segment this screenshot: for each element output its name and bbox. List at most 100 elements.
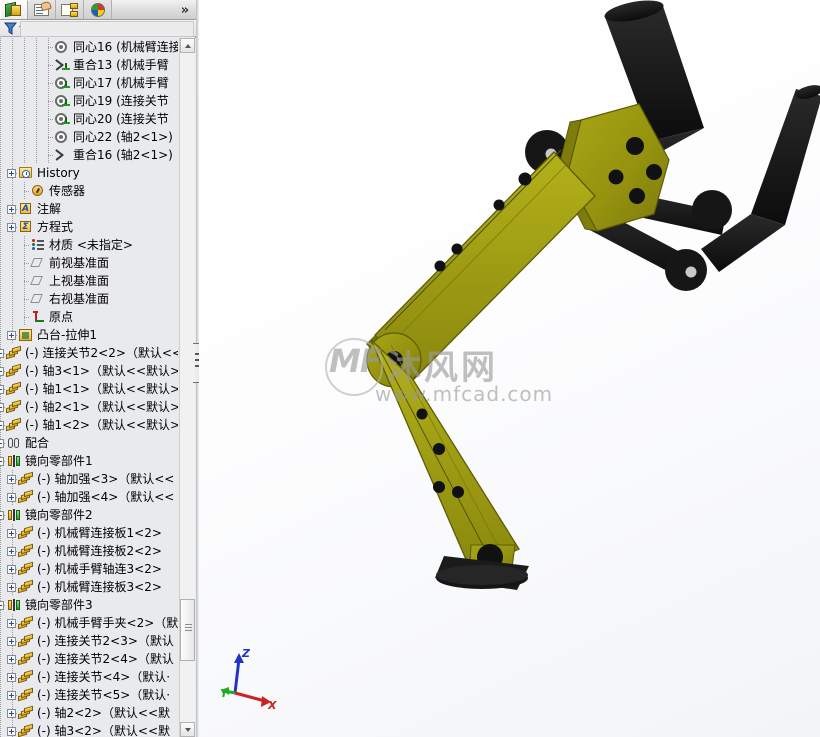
concentric-mate-icon	[54, 111, 70, 127]
graphics-viewport[interactable]: MF 沐风网 www.mfcad.com Z X Y	[199, 0, 820, 737]
tree-item[interactable]: 重合16 (轴2<1>)	[0, 146, 178, 164]
tree-item[interactable]: 前视基准面	[0, 254, 178, 272]
tree-item[interactable]: History	[0, 164, 178, 182]
concentric-mate-icon	[54, 75, 70, 91]
tabstrip-overflow-button[interactable]: »	[174, 1, 194, 19]
tree-item[interactable]: 配合	[0, 434, 178, 452]
tree-item[interactable]: 同心22 (轴2<1>)	[0, 128, 178, 146]
filter-funnel-icon[interactable]	[3, 21, 18, 36]
display-manager-icon	[89, 2, 107, 18]
scroll-down-arrow[interactable]	[180, 722, 195, 737]
tree-item[interactable]: 右视基准面	[0, 290, 178, 308]
expand-icon[interactable]	[7, 331, 16, 340]
scroll-thumb[interactable]	[180, 599, 195, 661]
tree-item[interactable]: (-) 轴3<2>（默认<<默	[0, 722, 178, 737]
tree-item[interactable]: 镜向零部件1	[0, 452, 178, 470]
expand-icon[interactable]	[7, 637, 16, 646]
tree-item[interactable]: (-) 机械臂连接板2<2>	[0, 542, 178, 560]
tree-item[interactable]: (-) 机械手臂轴连3<2>	[0, 560, 178, 578]
tree-item[interactable]: 传感器	[0, 182, 178, 200]
tree-item-label: 镜向零部件2	[25, 508, 93, 522]
tree-item[interactable]: (-) 轴加强<3>（默认<<	[0, 470, 178, 488]
expand-icon[interactable]	[7, 673, 16, 682]
property-manager-tab[interactable]	[28, 0, 56, 19]
robot-arm-assembly-model[interactable]	[199, 0, 820, 737]
tree-item[interactable]: 凸台-拉伸1	[0, 326, 178, 344]
expand-icon[interactable]	[7, 727, 16, 736]
expand-icon[interactable]	[0, 385, 4, 394]
feature-tree-vertical-scrollbar[interactable]	[179, 38, 195, 737]
collapse-icon[interactable]	[0, 511, 4, 520]
tree-item[interactable]: (-) 连接关节<5>（默认·	[0, 686, 178, 704]
expand-icon[interactable]	[7, 709, 16, 718]
tree-item[interactable]: (-) 机械臂连接板3<2>	[0, 578, 178, 596]
tree-item-label: (-) 轴3<1>（默认<<默认>	[25, 364, 178, 378]
tree-item[interactable]: (-) 轴3<1>（默认<<默认>	[0, 362, 178, 380]
tree-item[interactable]: 同心17 (机械手臂	[0, 74, 178, 92]
tree-item[interactable]: (-) 机械臂连接板1<2>	[0, 524, 178, 542]
tree-item-label: 传感器	[49, 184, 86, 198]
part-icon	[6, 381, 22, 397]
tree-indent	[0, 614, 18, 632]
expand-icon[interactable]	[7, 583, 16, 592]
expand-icon[interactable]	[0, 403, 4, 412]
tree-item[interactable]: (-) 轴加强<4>（默认<<	[0, 488, 178, 506]
expand-icon[interactable]	[7, 169, 16, 178]
filter-input[interactable]	[20, 21, 194, 37]
expand-icon[interactable]	[7, 475, 16, 484]
feature-tree: 同心16 (机械臂连接重合13 (机械手臂同心17 (机械手臂 同心19 (连接关…	[0, 38, 178, 737]
expand-icon[interactable]	[7, 547, 16, 556]
display-manager-tab[interactable]	[84, 0, 112, 19]
sensor-icon	[30, 183, 46, 199]
expand-icon[interactable]	[7, 529, 16, 538]
expand-icon[interactable]	[0, 421, 4, 430]
tree-item[interactable]: (-) 轴2<1>（默认<<默认>	[0, 398, 178, 416]
collapse-icon[interactable]	[0, 601, 4, 610]
tree-item[interactable]: (-) 连接关节<4>（默认·	[0, 668, 178, 686]
tree-item[interactable]: 镜向零部件3	[0, 596, 178, 614]
tree-item-label: 同心22 (轴2<1>)	[73, 130, 173, 144]
feature-manager-tab[interactable]	[0, 0, 28, 19]
scroll-up-arrow[interactable]	[180, 38, 195, 53]
expand-icon[interactable]	[0, 439, 4, 448]
tree-item[interactable]: 上视基准面	[0, 272, 178, 290]
tree-item[interactable]: (-) 轴2<2>（默认<<默	[0, 704, 178, 722]
grounded-badge-icon	[62, 81, 70, 90]
tree-item[interactable]: (-) 轴1<2>（默认<<默认>	[0, 416, 178, 434]
tree-item[interactable]: 同心19 (连接关节	[0, 92, 178, 110]
tree-item-label: History	[37, 166, 80, 180]
tree-item[interactable]: 材质 <未指定>	[0, 236, 178, 254]
expand-icon[interactable]	[0, 367, 4, 376]
expand-icon[interactable]	[7, 565, 16, 574]
tree-item[interactable]: 原点	[0, 308, 178, 326]
tree-item-label: 重合13 (机械手臂	[73, 58, 169, 72]
expand-icon[interactable]	[7, 691, 16, 700]
collapse-icon[interactable]	[0, 457, 4, 466]
tree-item[interactable]: (-) 机械手臂手夹<2>（默	[0, 614, 178, 632]
tree-indent	[0, 110, 54, 128]
tree-item[interactable]: A 注解	[0, 200, 178, 218]
tree-item[interactable]: (-) 连接关节2<4>（默认	[0, 650, 178, 668]
expand-icon[interactable]	[7, 619, 16, 628]
expand-icon[interactable]	[7, 493, 16, 502]
expand-icon[interactable]	[0, 349, 4, 358]
part-icon	[6, 363, 22, 379]
part-icon	[18, 489, 34, 505]
expand-icon[interactable]	[7, 205, 16, 214]
part-icon	[18, 705, 34, 721]
tree-item[interactable]: Σ 方程式	[0, 218, 178, 236]
tree-item[interactable]: (-) 轴1<1>（默认<<默认>	[0, 380, 178, 398]
feature-tree-scroll-area: 同心16 (机械臂连接重合13 (机械手臂同心17 (机械手臂 同心19 (连接关…	[0, 38, 196, 737]
tree-item[interactable]: 重合13 (机械手臂	[0, 56, 178, 74]
configuration-manager-tab[interactable]	[56, 0, 84, 19]
tree-item[interactable]: 镜向零部件2	[0, 506, 178, 524]
tree-item[interactable]: 同心16 (机械臂连接	[0, 38, 178, 56]
tree-item[interactable]: 同心20 (连接关节	[0, 110, 178, 128]
expand-icon[interactable]	[7, 223, 16, 232]
tree-indent	[0, 488, 18, 506]
tree-item[interactable]: (-) 连接关节2<2>（默认<<	[0, 344, 178, 362]
expand-icon[interactable]	[7, 655, 16, 664]
triad-x-label: X	[268, 699, 277, 712]
tree-item[interactable]: (-) 连接关节2<3>（默认	[0, 632, 178, 650]
concentric-mate-icon	[54, 39, 70, 55]
